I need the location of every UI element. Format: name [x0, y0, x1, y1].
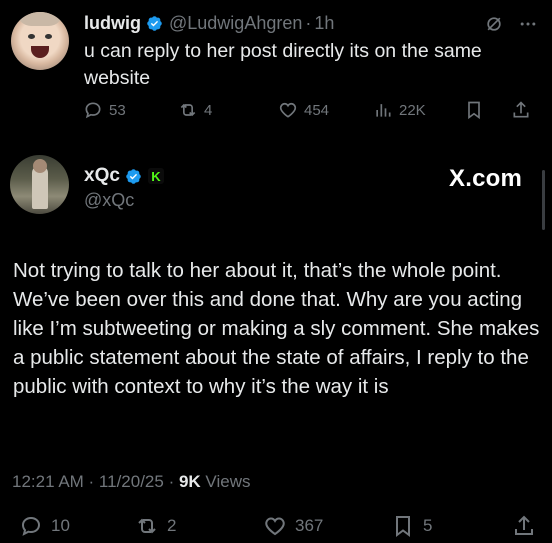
tweet2-like-count: 367 [295, 516, 324, 535]
tweet1-views-button[interactable]: 22K [373, 100, 426, 120]
tweet1-views-count: 22K [399, 101, 426, 119]
reply-icon [21, 516, 41, 536]
repost-icon [180, 103, 196, 117]
share-icon [515, 515, 533, 535]
tweet2-bookmark-count: 5 [423, 516, 433, 535]
tweet2-views-count: 9K [178, 472, 201, 491]
verified-badge-icon [126, 168, 141, 184]
ludwig-avatar[interactable] [11, 12, 69, 70]
tweet2-text: Not trying to talk to her about it, that… [13, 259, 540, 398]
tweet2-timestamp[interactable]: 12:21 AM · 11/20/25 · [12, 472, 179, 491]
tweet2-handle[interactable]: @xQc [84, 190, 134, 211]
tweet2-repost-button[interactable]: 2 [135, 514, 176, 538]
tweet2-like-button[interactable]: 367 [263, 514, 323, 538]
like-icon [279, 102, 297, 118]
views-icon [376, 104, 391, 117]
reply-icon [85, 102, 101, 119]
share-icon [513, 101, 529, 118]
tweet1-share-button[interactable] [511, 100, 537, 120]
tweet1-like-count: 454 [304, 101, 330, 119]
tweet2-author-name[interactable]: xQc [84, 165, 120, 187]
repost-icon [138, 518, 156, 534]
kick-badge-icon: K [147, 168, 164, 184]
tweet2-bookmark-button[interactable]: 5 [391, 514, 432, 538]
tweet2-views-label: Views [200, 472, 251, 491]
tweet2-actions: 10 2 367 5 [19, 514, 539, 540]
tweet1-reply-button[interactable]: 53 [83, 100, 126, 120]
xqc-avatar[interactable] [10, 155, 69, 214]
tweet1-bookmark-button[interactable] [464, 100, 490, 120]
bookmark-icon [468, 101, 480, 120]
tweet1-repost-count: 4 [204, 101, 213, 119]
tweet2-reply-button[interactable]: 10 [19, 514, 70, 538]
verified-badge-icon [147, 15, 162, 31]
tweet1-reply-count: 53 [109, 101, 126, 119]
tweet1-text: u can reply to her post directly its on … [84, 40, 482, 89]
tweet1-handle[interactable]: @LudwigAhgren [169, 13, 302, 34]
grok-icon[interactable] [484, 14, 504, 34]
bookmark-icon [396, 516, 410, 537]
tweet1-like-button[interactable]: 454 [278, 100, 329, 120]
tweet1-repost-button[interactable]: 4 [178, 100, 212, 120]
tweet2-share-button[interactable] [512, 514, 544, 538]
tweet1-separator: · [305, 12, 312, 33]
like-icon [265, 517, 285, 536]
more-icon[interactable] [518, 14, 538, 34]
scrollbar[interactable] [542, 170, 545, 230]
tweet2-repost-count: 2 [167, 516, 177, 535]
tweet2-reply-count: 10 [51, 516, 70, 535]
tweet1-time[interactable]: 1h [314, 13, 334, 34]
tweet1-actions: 53 4 454 22K [79, 98, 539, 124]
tweet2-header: xQc K [84, 164, 164, 188]
tweet1-header: ludwig @LudwigAhgren · 1h [84, 10, 334, 36]
x-com-watermark: X.com [449, 165, 523, 192]
tweet1-author-name[interactable]: ludwig [84, 13, 141, 34]
tweet2-meta: 12:21 AM · 11/20/25 · 9K Views [12, 472, 250, 492]
